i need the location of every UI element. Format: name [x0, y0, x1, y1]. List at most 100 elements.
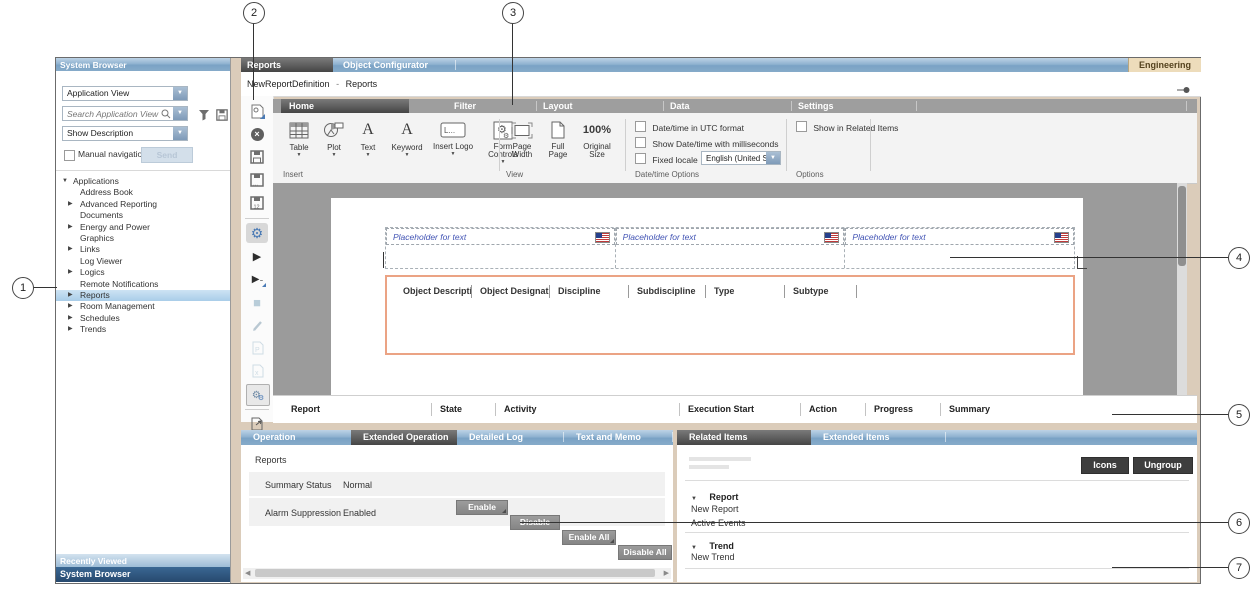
new-report-icon[interactable] — [246, 101, 268, 121]
ribbon-tab-data[interactable]: Data — [670, 99, 690, 113]
tree-item-logics[interactable]: ▶Logics — [56, 267, 230, 278]
column-progress[interactable]: Progress — [865, 403, 940, 416]
dropdown-arrow-icon[interactable]: ▼ — [173, 107, 187, 120]
column-subtype[interactable]: Subtype — [785, 285, 857, 298]
ungroup-button[interactable]: Ungroup — [1133, 457, 1193, 474]
milliseconds-checkbox[interactable] — [635, 137, 646, 148]
expanded-arrow-icon[interactable]: ▼ — [62, 176, 68, 187]
column-subdiscipline[interactable]: Subdiscipline — [629, 285, 706, 298]
insert-text-button[interactable]: A Text▼ — [353, 117, 383, 165]
collapsed-arrow-icon[interactable]: ▶ — [68, 244, 73, 255]
tree-item-graphics[interactable]: Graphics — [56, 233, 230, 244]
tree-item-schedules[interactable]: ▶Schedules — [56, 313, 230, 324]
tree-item-reports[interactable]: ▶Reports — [56, 290, 230, 301]
view-selector[interactable]: Application View ▼ — [62, 86, 188, 101]
page-width-button[interactable]: Page Width — [506, 117, 538, 159]
save-as-icon[interactable]: ... — [246, 170, 268, 190]
scrollbar-thumb[interactable] — [1178, 186, 1186, 266]
tab-related-items[interactable]: Related Items — [677, 430, 811, 445]
edit-icon[interactable] — [246, 315, 268, 335]
system-browser-footer-bar[interactable]: System Browser — [56, 567, 230, 582]
tab-extended-items[interactable]: Extended Items — [811, 430, 945, 445]
ribbon-tab-layout[interactable]: Layout — [543, 99, 573, 113]
dropdown-arrow-icon[interactable]: ▼ — [766, 152, 780, 164]
insert-table-button[interactable]: Table▼ — [283, 117, 315, 165]
column-object-designation[interactable]: Object Designation — [472, 285, 550, 298]
search-input[interactable] — [63, 107, 161, 120]
icons-button[interactable]: Icons — [1081, 457, 1129, 474]
ribbon-tab-settings[interactable]: Settings — [798, 99, 834, 113]
filter-icon[interactable] — [198, 108, 210, 126]
tab-text-and-memo[interactable]: Text and Memo — [564, 430, 653, 445]
column-summary[interactable]: Summary — [940, 403, 1029, 416]
tab-reports[interactable]: Reports — [241, 58, 333, 72]
enable-button[interactable]: Enable — [456, 500, 508, 515]
expanded-arrow-icon[interactable]: ▼ — [691, 496, 697, 502]
description-selector[interactable]: Show Description ▼ — [62, 126, 188, 141]
gear-icon[interactable]: ⚙ — [246, 223, 268, 243]
ribbon-tab-filter[interactable]: Filter — [454, 99, 476, 113]
tree-item-links[interactable]: ▶Links — [56, 244, 230, 255]
header-cell[interactable]: Placeholder for text — [616, 228, 846, 268]
search-box[interactable]: ▼ — [62, 106, 188, 121]
tab-object-configurator[interactable]: Object Configurator — [333, 58, 455, 72]
breadcrumb-name[interactable]: NewReportDefinition — [247, 79, 330, 89]
disable-all-button[interactable]: Disable All — [618, 545, 672, 560]
scroll-right-arrow-icon[interactable]: ▶ — [664, 569, 669, 577]
settings-gears-icon[interactable]: ⚙⚙ — [246, 384, 270, 406]
column-state[interactable]: State — [431, 403, 495, 416]
ribbon-tab-home[interactable]: Home — [281, 99, 409, 113]
breadcrumb-section[interactable]: Reports — [346, 79, 378, 89]
full-page-button[interactable]: Full Page — [544, 117, 572, 159]
operation-panel-hscrollbar[interactable]: ◀ ▶ — [243, 568, 671, 579]
locale-selector[interactable]: English (United States) ▼ — [701, 151, 781, 165]
search-icon[interactable] — [161, 107, 173, 120]
related-item-new-report[interactable]: New Report — [691, 504, 739, 514]
save-versioned-icon[interactable]: 12 — [246, 193, 268, 213]
original-size-button[interactable]: 100% Original Size — [578, 117, 616, 159]
tree-item-documents[interactable]: Documents — [56, 210, 230, 221]
collapsed-arrow-icon[interactable]: ▶ — [68, 313, 73, 324]
fixed-locale-checkbox[interactable] — [635, 153, 646, 164]
run-options-icon[interactable]: ▶... — [246, 269, 268, 289]
text-placeholder[interactable]: Placeholder for text — [845, 228, 1074, 245]
tree-item-remote-notifications[interactable]: Remote Notifications — [56, 279, 230, 290]
collapsed-arrow-icon[interactable]: ▶ — [68, 199, 73, 210]
related-item-new-trend[interactable]: New Trend — [691, 552, 735, 562]
tab-operation[interactable]: Operation — [241, 430, 351, 445]
tab-engineering[interactable]: Engineering — [1128, 58, 1201, 72]
save-icon[interactable] — [216, 108, 228, 126]
recently-viewed-bar[interactable]: Recently Viewed — [56, 554, 230, 567]
collapsed-arrow-icon[interactable]: ▶ — [68, 290, 73, 301]
stop-icon[interactable]: ■ — [246, 292, 268, 312]
collapsed-arrow-icon[interactable]: ▶ — [68, 324, 73, 335]
run-icon[interactable]: ▶ — [246, 246, 268, 266]
cancel-icon[interactable]: × — [246, 124, 268, 144]
collapsed-arrow-icon[interactable]: ▶ — [68, 222, 73, 233]
utc-format-checkbox[interactable] — [635, 121, 646, 132]
collapsed-arrow-icon[interactable]: ▶ — [68, 301, 73, 312]
us-flag-icon[interactable] — [824, 232, 839, 243]
column-discipline[interactable]: Discipline — [550, 285, 629, 298]
tree-item-applications[interactable]: ▼Applications — [56, 176, 230, 187]
tree-item-trends[interactable]: ▶Trends — [56, 324, 230, 335]
pin-icon[interactable] — [1177, 81, 1191, 88]
column-report[interactable]: Report — [291, 403, 431, 416]
show-related-checkbox[interactable] — [796, 121, 807, 132]
us-flag-icon[interactable] — [1054, 232, 1069, 243]
insert-keyword-button[interactable]: A Keyword▼ — [386, 117, 428, 165]
header-cell[interactable]: Placeholder for text — [386, 228, 616, 268]
canvas-scrollbar[interactable] — [1177, 183, 1187, 395]
header-band[interactable]: Placeholder for text Placeholder for tex… — [385, 227, 1075, 269]
dropdown-arrow-icon[interactable]: ▼ — [173, 127, 187, 140]
tree-item-log-viewer[interactable]: Log Viewer — [56, 256, 230, 267]
save-icon[interactable] — [246, 147, 268, 167]
related-item-active-events[interactable]: Active Events — [691, 518, 746, 528]
column-execution-start[interactable]: Execution Start — [679, 403, 800, 416]
dropdown-arrow-icon[interactable]: ▼ — [173, 87, 187, 100]
send-button[interactable]: Send — [141, 147, 193, 163]
scrollbar-thumb[interactable] — [255, 569, 655, 577]
column-type[interactable]: Type — [706, 285, 785, 298]
scroll-left-arrow-icon[interactable]: ◀ — [245, 569, 250, 577]
collapsed-arrow-icon[interactable]: ▶ — [68, 267, 73, 278]
